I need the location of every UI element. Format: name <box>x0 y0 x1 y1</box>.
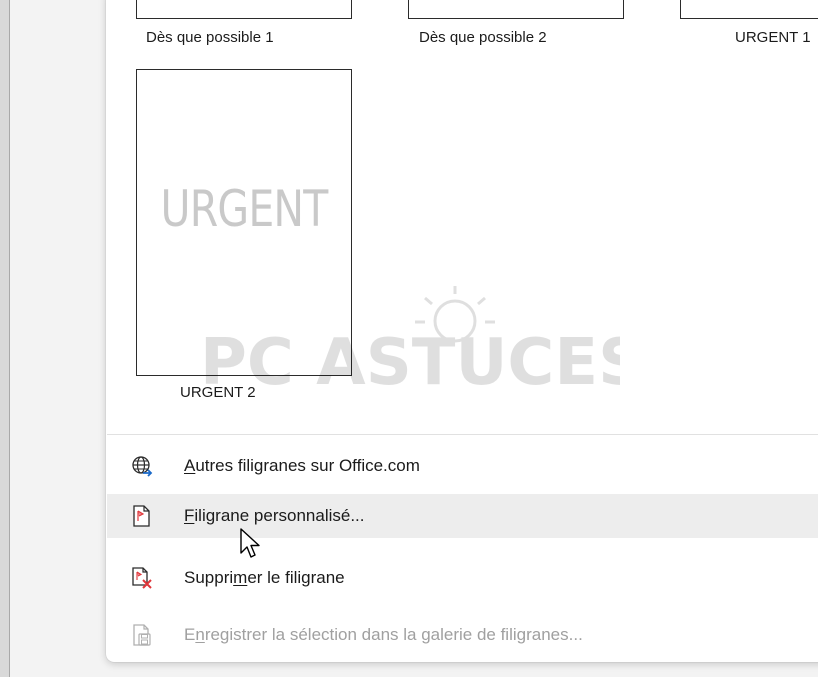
menu-item-label: Enregistrer la sélection dans la galerie… <box>184 625 583 644</box>
thumbnail-des-que-possible-1[interactable] <box>136 0 352 19</box>
thumbnail-label: Dès que possible 2 <box>419 29 547 46</box>
menu-item-save-to-gallery[interactable]: Enregistrer la sélection dans la galerie… <box>107 613 818 657</box>
thumbnail-des-que-possible-2[interactable] <box>408 0 624 19</box>
thumbnail-urgent-2[interactable]: URGENT <box>136 69 352 376</box>
watermark-preview-text: URGENT <box>160 180 329 238</box>
custom-watermark-icon <box>133 505 150 527</box>
menu-item-label: Filigrane personnalisé... <box>184 506 365 525</box>
remove-watermark-icon <box>132 567 152 589</box>
thumbnail-label: URGENT 2 <box>180 384 256 401</box>
window-left-edge <box>0 0 10 677</box>
thumbnail-label: Dès que possible 1 <box>146 29 274 46</box>
globe-icon <box>132 456 153 477</box>
mouse-pointer-icon <box>240 528 260 558</box>
save-to-gallery-icon <box>133 624 151 646</box>
menu-item-label: Supprimer le filigrane <box>184 568 345 587</box>
thumbnail-urgent-1[interactable] <box>680 0 818 19</box>
thumbnail-label-clip: URGENT 1 <box>735 29 818 47</box>
menu-item-remove-watermark[interactable]: Supprimer le filigrane <box>107 556 818 600</box>
thumbnail-label: URGENT 1 <box>735 29 811 46</box>
menu-separator <box>107 434 818 435</box>
menu-item-label: Autres filigranes sur Office.com <box>184 456 420 475</box>
menu-item-custom-watermark[interactable]: Filigrane personnalisé... <box>107 494 818 538</box>
menu-item-more-watermarks[interactable]: Autres filigranes sur Office.com <box>107 444 818 488</box>
